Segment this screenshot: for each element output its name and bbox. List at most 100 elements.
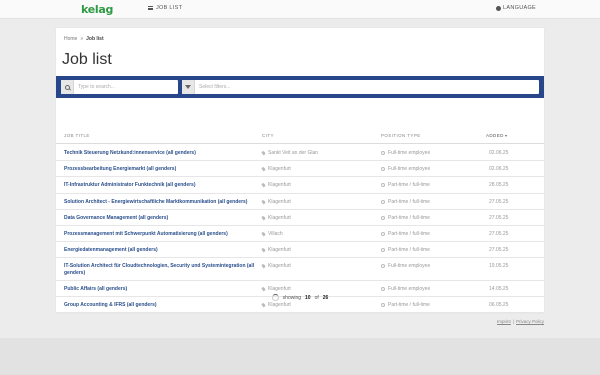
column-header-job-title[interactable]: JOB TITLE: [64, 133, 90, 138]
city-cell: Sankt Veit an der Glan: [261, 150, 318, 156]
breadcrumb-home[interactable]: Home: [64, 36, 77, 42]
position-cell: Part-time / full-time: [381, 215, 430, 221]
privacy-policy-link[interactable]: Privacy Policy: [516, 319, 544, 324]
globe-icon: [496, 5, 502, 11]
position-cell: Full-time employee: [381, 166, 430, 172]
footer-separator: |: [512, 319, 514, 324]
sort-desc-icon: [504, 134, 507, 137]
position-cell: Part-time / full-time: [381, 231, 430, 237]
column-header-position-type[interactable]: POSITION TYPE: [381, 133, 421, 138]
clock-icon: [381, 215, 385, 220]
search-input[interactable]: [74, 80, 178, 94]
clock-icon: [381, 199, 385, 204]
job-title-link[interactable]: Energiedatenmanagement (all genders): [64, 247, 260, 254]
city-text: Klagenfurt: [268, 285, 291, 292]
nav-job-list[interactable]: JOB LIST: [148, 5, 182, 11]
kelag-logo[interactable]: kelag: [81, 3, 113, 16]
added-date: 19.05.25: [489, 263, 509, 270]
map-pin-icon: [261, 182, 266, 188]
footer-links: Imprint | Privacy Policy: [497, 319, 544, 324]
position-text: Part-time / full-time: [388, 247, 430, 254]
table-row: Prozessbearbeitung Energiemarkt (all gen…: [56, 161, 544, 178]
pager-total-count: 26: [322, 294, 329, 301]
pager-prefix: showing: [282, 294, 302, 301]
city-text: Klagenfurt: [268, 198, 291, 205]
position-cell: Part-time / full-time: [381, 302, 430, 308]
clock-icon: [381, 248, 385, 253]
pager-shown-count: 10: [305, 294, 311, 301]
map-pin-icon: [261, 263, 266, 269]
city-cell: Klagenfurt: [261, 263, 291, 270]
city-cell: Klagenfurt: [261, 247, 291, 253]
position-cell: Full-time employee: [381, 286, 430, 292]
added-date: 27.05.25: [489, 247, 509, 254]
city-cell: Klagenfurt: [261, 215, 291, 221]
added-date: 28.05.25: [489, 182, 509, 189]
job-list-card: Home » Job list Job list JOB TITLE CITY …: [56, 28, 544, 314]
nav-language-label: LANGUAGE: [503, 5, 536, 11]
city-cell: Klagenfurt: [261, 198, 291, 205]
city-text: Klagenfurt: [268, 182, 291, 189]
position-text: Full-time employee: [388, 285, 431, 292]
job-title-link[interactable]: Solution Architect - Energiewirtschaftli…: [64, 199, 260, 206]
city-cell: Klagenfurt: [261, 285, 291, 292]
job-title-link[interactable]: IT-Infrastruktur Administrator Funktechn…: [64, 182, 260, 189]
city-text: Klagenfurt: [268, 166, 291, 173]
page-bottom-band: [0, 338, 600, 375]
list-icon: [148, 6, 153, 10]
imprint-link[interactable]: Imprint: [497, 319, 511, 324]
city-text: Klagenfurt: [268, 263, 291, 270]
position-text: Part-time / full-time: [388, 182, 430, 189]
clock-icon: [381, 151, 385, 155]
position-text: Part-time / full-time: [388, 198, 430, 205]
filter-group: [182, 80, 539, 94]
position-cell: Part-time / full-time: [381, 247, 430, 253]
column-header-added[interactable]: ADDED: [486, 133, 507, 138]
filter-addon: [182, 80, 195, 94]
loading-spinner-icon: [271, 294, 279, 301]
pager-of-label: of: [314, 294, 319, 301]
table-row: IT-Solution Architect für Cloudtechnolog…: [56, 258, 544, 281]
top-navbar: kelag JOB LIST LANGUAGE: [0, 0, 600, 19]
city-text: Klagenfurt: [268, 302, 291, 308]
job-title-link[interactable]: IT-Solution Architect für Cloudtechnolog…: [64, 263, 260, 276]
map-pin-icon: [261, 166, 266, 172]
position-text: Full-time employee: [388, 263, 431, 270]
position-cell: Part-time / full-time: [381, 182, 430, 188]
position-cell: Full-time employee: [381, 263, 430, 269]
breadcrumb-separator: »: [80, 36, 84, 42]
column-header-added-label: ADDED: [486, 133, 504, 138]
nav-language[interactable]: LANGUAGE: [496, 5, 536, 11]
added-date: 14.05.25: [489, 285, 509, 292]
city-cell: Klagenfurt: [261, 166, 291, 173]
city-cell: Klagenfurt: [261, 182, 291, 189]
job-title-link[interactable]: Prozessmanagement mit Schwerpunkt Automa…: [64, 231, 260, 238]
job-title-link[interactable]: Data Governance Management (all genders): [64, 215, 260, 222]
job-title-link[interactable]: Public Affairs (all genders): [64, 286, 260, 293]
clock-icon: [381, 264, 385, 269]
job-title-link[interactable]: Group Accounting & IFRS (all genders): [64, 302, 260, 309]
position-text: Part-time / full-time: [388, 302, 430, 308]
table-row: Technik Steuerung Netzkund:innenservice …: [56, 145, 544, 162]
added-date: 27.05.25: [489, 198, 509, 205]
filter-select-input[interactable]: [195, 80, 539, 94]
map-pin-icon: [261, 231, 266, 237]
clock-icon: [381, 231, 385, 236]
map-pin-icon: [261, 302, 266, 308]
job-title-link[interactable]: Technik Steuerung Netzkund:innenservice …: [64, 150, 260, 157]
breadcrumb-current: Job list: [86, 36, 104, 42]
added-date: 27.05.25: [489, 230, 509, 237]
clock-icon: [381, 303, 385, 307]
search-icon: [64, 84, 70, 90]
job-title-link[interactable]: Prozessbearbeitung Energiemarkt (all gen…: [64, 166, 260, 173]
page-title: Job list: [62, 51, 112, 68]
clock-icon: [381, 183, 385, 188]
city-cell: Villach: [261, 230, 283, 237]
city-cell: Klagenfurt: [261, 302, 291, 308]
added-date: 27.05.25: [489, 214, 509, 221]
position-text: Part-time / full-time: [388, 214, 430, 221]
table-row: Solution Architect - Energiewirtschaftli…: [56, 194, 544, 210]
column-header-city[interactable]: CITY: [262, 133, 274, 138]
city-text: Villach: [268, 230, 283, 237]
nav-job-list-label: JOB LIST: [156, 5, 183, 11]
